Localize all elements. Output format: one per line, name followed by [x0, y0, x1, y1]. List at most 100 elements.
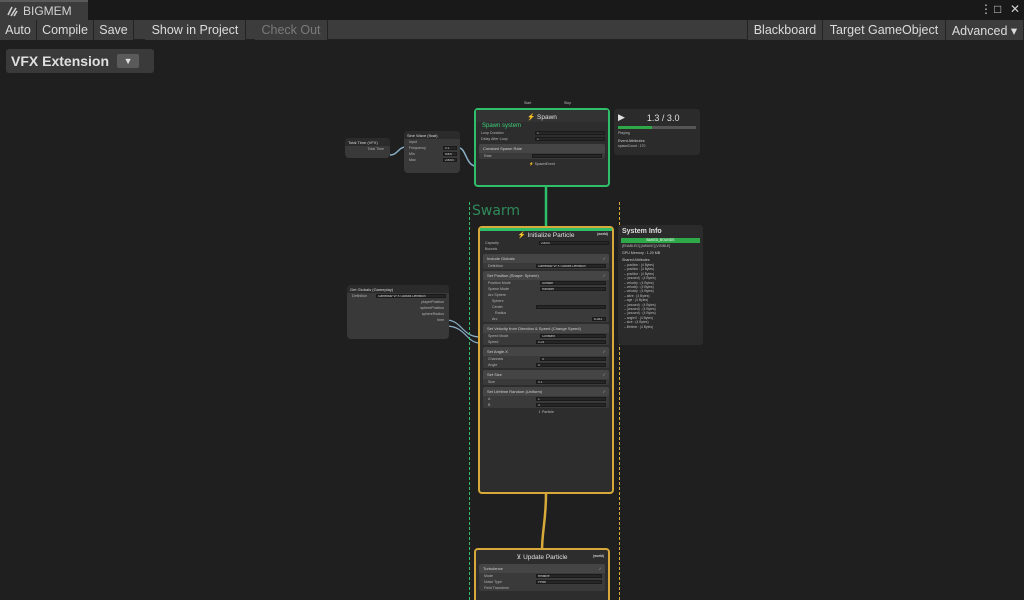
- sphere-label: Sphere: [492, 299, 504, 303]
- set-size-block[interactable]: Set Size ✓ Size 0.1: [483, 370, 609, 385]
- position-mode-field[interactable]: Surface: [540, 281, 606, 285]
- initialize-context[interactable]: ⚡ Initialize Particle (world) Capacity 200…: [478, 226, 614, 494]
- rate-field[interactable]: [532, 154, 602, 158]
- bounds-label: Bounds: [485, 247, 498, 251]
- set-position-title-text: Set Position (Shape: Sphere): [487, 273, 539, 278]
- update-context[interactable]: ⊻ Update Particle (world) Turbulence ✓ Mod…: [474, 548, 610, 600]
- block-toggle-icon[interactable]: ✓: [603, 389, 606, 394]
- spawn-mode-field[interactable]: Random: [540, 287, 606, 291]
- sine-wave-title: Sine Wave (float): [404, 131, 460, 139]
- update-space-badge[interactable]: (world): [593, 554, 604, 558]
- include-globals-block[interactable]: Include Globals ✓ Definition Gameplay VFX …: [483, 254, 609, 269]
- update-title: ⊻ Update Particle (world): [516, 554, 604, 561]
- block-toggle-icon[interactable]: ✓: [603, 349, 606, 354]
- delay-after-loop-field[interactable]: 1: [535, 137, 605, 141]
- spawn-context[interactable]: ⚡ Spawn Spawn system Loop Duration 1 Dela…: [474, 108, 610, 187]
- play-icon[interactable]: ▶: [618, 112, 625, 123]
- playback-state: Playing: [618, 131, 630, 135]
- spawn-row: Delay After Loop 1: [476, 136, 608, 142]
- lifetime-a-field[interactable]: 1: [536, 397, 606, 401]
- output-time[interactable]: time: [347, 317, 449, 323]
- set-size-title-text: Set Size: [487, 372, 502, 377]
- auto-button[interactable]: Auto: [0, 20, 37, 40]
- set-position-block[interactable]: Set Position (Shape: Sphere) ✓ Position M…: [483, 271, 609, 322]
- total-time-output[interactable]: Total Time: [345, 146, 390, 152]
- blackboard-button[interactable]: Blackboard: [747, 20, 823, 40]
- block-toggle-icon[interactable]: ✓: [599, 566, 602, 571]
- arc-label: Arc: [492, 317, 498, 321]
- set-angle-block[interactable]: Set Angle.X ✓ Channels X Angle 0: [483, 347, 609, 368]
- globals-definition-field[interactable]: Gameplay VFX Globals Definition: [376, 294, 446, 298]
- save-button[interactable]: Save: [94, 20, 134, 40]
- sine-frequency-field[interactable]: 0.1: [443, 146, 457, 150]
- include-globals-title: Include Globals ✓: [483, 254, 609, 263]
- turbulence-mode-label: Mode: [484, 574, 493, 578]
- window-menu-icon[interactable]: ⋮: [980, 2, 992, 16]
- system-info-title: System Info: [622, 228, 662, 235]
- turbulence-block[interactable]: Turbulence ✓ Mode Relative Noise Type Perli…: [479, 564, 605, 591]
- center-label: Center: [492, 305, 503, 309]
- size-field[interactable]: 0.1: [536, 380, 606, 384]
- angle-field[interactable]: 0: [536, 363, 606, 367]
- channels-field[interactable]: X: [540, 357, 606, 361]
- definition-field[interactable]: Gameplay VFX Globals Definition: [536, 264, 606, 268]
- close-icon[interactable]: ✕: [1010, 2, 1020, 16]
- set-angle-title: Set Angle.X ✓: [483, 347, 609, 356]
- block-toggle-icon[interactable]: ✓: [603, 273, 606, 278]
- check-out-button[interactable]: Check Out: [255, 20, 328, 40]
- graph-toolbar: Auto Compile Save Show in Project Check …: [0, 20, 1024, 40]
- set-size-title: Set Size ✓: [483, 370, 609, 379]
- sine-max-field[interactable]: 20000: [443, 158, 457, 162]
- size-label: Size: [488, 380, 495, 384]
- show-in-project-button[interactable]: Show in Project: [145, 20, 246, 40]
- target-gameobject-button[interactable]: Target GameObject: [823, 20, 946, 40]
- set-lifetime-block[interactable]: Set Lifetime Random (Uniform) ✓ A1 B3: [483, 387, 609, 408]
- spawn-system-name[interactable]: Spawn system: [476, 122, 608, 130]
- block-toggle-icon[interactable]: ✓: [603, 372, 606, 377]
- graph-canvas[interactable]: VFX Extension ▼ Total Time (VFX) Total T…: [0, 41, 1024, 600]
- angle-row: Angle 0: [483, 362, 609, 368]
- advanced-dropdown[interactable]: Advanced ▾: [946, 20, 1024, 40]
- set-angle-title-text: Set Angle.X: [487, 349, 508, 354]
- spawn-output-port[interactable]: ⚡ SpawnEvent: [476, 162, 608, 166]
- turbulence-title-text: Turbulence: [483, 566, 503, 571]
- set-position-title: Set Position (Shape: Sphere) ✓: [483, 271, 609, 280]
- spawn-row-label: Delay After Loop: [481, 137, 508, 141]
- total-time-node[interactable]: Total Time (VFX) Total Time: [345, 138, 390, 158]
- sine-wave-node[interactable]: Sine Wave (float) Input Frequency 0.1 Min…: [404, 131, 460, 173]
- capacity-field[interactable]: 20000: [539, 241, 609, 245]
- noise-type-label: Noise Type: [484, 580, 502, 584]
- window-tab-bar: BIGMEM ⋮ □ ✕: [0, 0, 1024, 20]
- initialize-output-port[interactable]: ⇩ Particle: [480, 410, 612, 414]
- sine-min-field[interactable]: 5000: [443, 152, 457, 156]
- center-field[interactable]: [536, 305, 606, 309]
- turbulence-mode-field[interactable]: Relative: [536, 574, 602, 578]
- block-toggle-icon[interactable]: ✓: [603, 256, 606, 261]
- compile-button[interactable]: Compile: [37, 20, 94, 40]
- speed-mode-label: Speed Mode: [488, 334, 509, 338]
- window-tab-title: BIGMEM: [23, 4, 72, 18]
- get-globals-node[interactable]: Get Globals (Gameplay) Definition Gamepla…: [347, 285, 449, 339]
- initialize-flow-in: [480, 228, 612, 231]
- spawn-start-port[interactable]: Start: [524, 101, 531, 105]
- initialize-space-badge[interactable]: (world): [597, 232, 608, 236]
- set-velocity-block[interactable]: Set Velocity from Direction & Speed (Cha…: [483, 324, 609, 345]
- window-tab[interactable]: BIGMEM: [0, 0, 88, 20]
- sine-row-label: Input: [409, 140, 417, 144]
- set-lifetime-title-text: Set Lifetime Random (Uniform): [487, 389, 543, 394]
- spawn-context-title: ⚡ Spawn: [476, 110, 608, 122]
- constant-spawn-rate-block[interactable]: Constant Spawn Rate Rate: [479, 144, 605, 159]
- rate-row: Rate: [479, 153, 605, 159]
- get-globals-title: Get Globals (Gameplay): [347, 285, 449, 293]
- definition-label: Definition: [488, 264, 503, 268]
- speed-row: Speed 0.24: [483, 339, 609, 345]
- noise-type-field[interactable]: Perlin: [536, 580, 602, 584]
- loop-duration-field[interactable]: 1: [535, 131, 605, 135]
- spawn-title-text: Spawn: [537, 114, 557, 121]
- lifetime-b-field[interactable]: 3: [536, 403, 606, 407]
- arc-field[interactable]: 6.283: [592, 317, 606, 321]
- spawn-stop-port[interactable]: Stop: [564, 101, 571, 105]
- speed-mode-field[interactable]: Constant: [540, 334, 606, 338]
- speed-field[interactable]: 0.24: [536, 340, 606, 344]
- maximize-icon[interactable]: □: [994, 2, 1001, 16]
